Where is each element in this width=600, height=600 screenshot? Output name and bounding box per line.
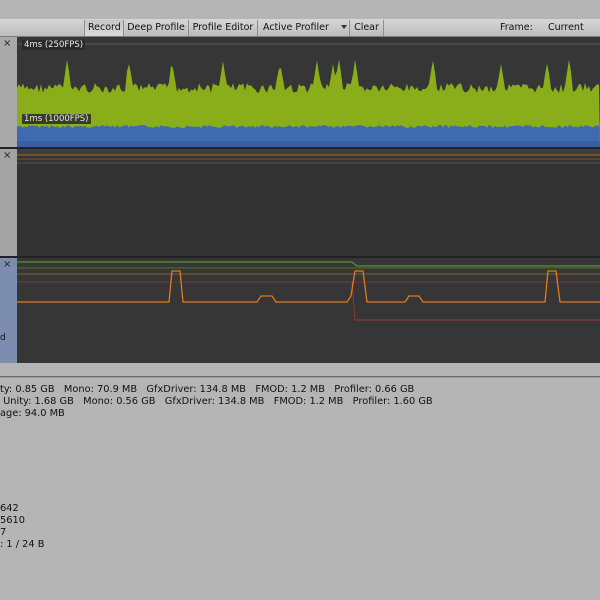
pane-divider[interactable]: [0, 376, 600, 378]
second-profiler-chart[interactable]: [17, 149, 600, 256]
memory-used-line: ty: 0.85 GB Mono: 70.9 MB GfxDriver: 134…: [0, 384, 415, 395]
profiler-module-column: × × × d: [0, 37, 17, 363]
dropdown-arrow-icon: [341, 25, 347, 29]
close-cpu-module-icon[interactable]: ×: [3, 39, 11, 49]
chart-label-4ms: 4ms (250FPS): [22, 40, 86, 50]
third-profiler-chart[interactable]: [17, 258, 600, 363]
cpu-usage-chart[interactable]: 4ms (250FPS) 1ms (1000FPS): [17, 37, 600, 147]
memory-detail-pane: ty: 0.85 GB Mono: 70.9 MB GfxDriver: 134…: [0, 364, 600, 600]
cpu-chart-graph: [17, 43, 600, 147]
deep-profile-button[interactable]: Deep Profile: [124, 20, 189, 36]
active-profiler-label: Active Profiler: [263, 22, 329, 33]
module-label-fragment: d: [0, 333, 6, 343]
profiler-window: Record Deep Profile Profile Editor Activ…: [0, 0, 600, 600]
memory-stat-line: 642: [0, 503, 19, 514]
selected-module-row[interactable]: × d: [0, 258, 17, 363]
memory-stat-line: : 1 / 24 B: [0, 539, 45, 550]
active-profiler-dropdown[interactable]: Active Profiler: [258, 20, 350, 36]
memory-reserved-line: Unity: 1.68 GB Mono: 0.56 GB GfxDriver: …: [0, 396, 433, 407]
frame-label: Frame:: [500, 22, 533, 33]
cpu-module-row[interactable]: ×: [0, 37, 17, 147]
third-chart-graph: [17, 261, 600, 321]
second-chart-graph: [17, 149, 600, 164]
memory-usage-line: age: 94.0 MB: [0, 408, 65, 419]
frame-current-value[interactable]: Current: [548, 20, 584, 36]
gpu-module-row[interactable]: ×: [0, 149, 17, 256]
clear-button[interactable]: Clear: [350, 20, 384, 36]
close-third-module-icon[interactable]: ×: [3, 260, 11, 270]
profile-editor-button[interactable]: Profile Editor: [189, 20, 258, 36]
memory-stat-line: 7: [0, 527, 7, 538]
close-second-module-icon[interactable]: ×: [3, 151, 11, 161]
chart-label-1ms: 1ms (1000FPS): [22, 114, 91, 124]
record-button[interactable]: Record: [84, 20, 124, 36]
memory-stat-line: 5610: [0, 515, 25, 526]
profiler-toolbar: Record Deep Profile Profile Editor Activ…: [0, 19, 600, 37]
